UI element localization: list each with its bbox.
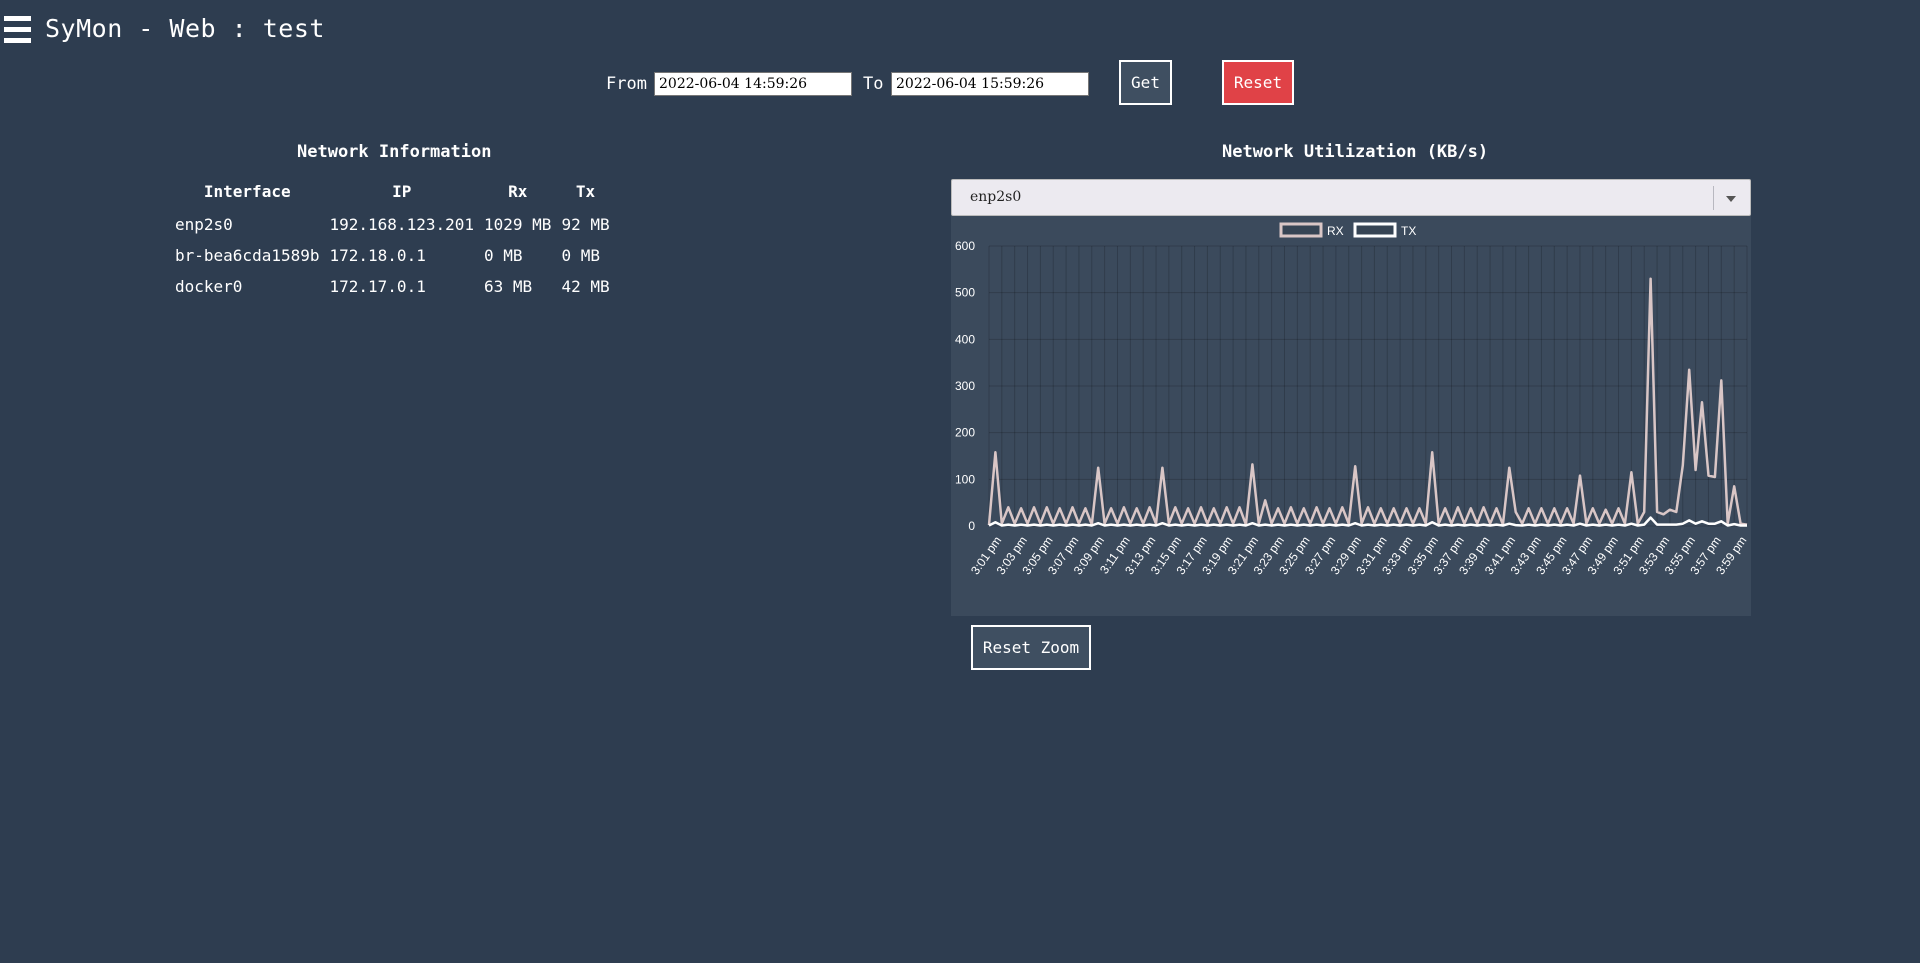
y-tick-label: 300 — [955, 379, 975, 393]
chevron-down-icon[interactable] — [1726, 196, 1736, 202]
column-header-interface: Interface — [203, 181, 291, 201]
y-tick-label: 400 — [955, 332, 975, 346]
series-line-tx — [988, 516, 1747, 527]
interface-select-value: enp2s0 — [970, 189, 1022, 205]
rx-cell: 0 MB — [484, 246, 523, 265]
interface-select[interactable]: enp2s0 — [951, 179, 1751, 216]
column-header-ip: IP — [392, 181, 412, 201]
from-label: From — [606, 74, 647, 94]
tx-cell: 0 MB — [561, 246, 600, 265]
legend-swatch-tx — [1353, 222, 1397, 238]
y-tick-label: 600 — [955, 239, 975, 253]
y-tick-label: 500 — [955, 286, 975, 300]
ip-cell: 172.18.0.1 — [329, 246, 426, 265]
network-utilization-title: Network Utilization (KB/s) — [1222, 142, 1489, 162]
time-range-filter: From To Get Reset — [0, 60, 1920, 106]
legend-label-tx: TX — [1401, 224, 1416, 238]
tx-cell: 92 MB — [561, 215, 610, 234]
rx-cell: 63 MB — [484, 277, 533, 296]
interface-cell: docker0 — [175, 277, 243, 296]
app-title: SyMon - Web : test — [45, 14, 325, 43]
get-button[interactable]: Get — [1119, 60, 1172, 105]
network-utilization-chart[interactable]: 0 100 200 300 400 500 600 3:01 pm 3:03 pm 3:05 pm… — [951, 216, 1751, 616]
reset-button[interactable]: Reset — [1222, 60, 1294, 105]
interface-cell: enp2s0 — [175, 215, 233, 234]
y-tick-label: 100 — [955, 472, 975, 486]
table-row: docker0 172.17.0.1 63 MB 42 MB — [170, 271, 615, 302]
reset-zoom-button[interactable]: Reset Zoom — [971, 625, 1091, 670]
ip-cell: 192.168.123.201 — [329, 215, 475, 234]
interface-cell: br-bea6cda1589b — [175, 246, 320, 265]
column-header-rx: Rx — [508, 181, 528, 201]
legend-label-rx: RX — [1327, 224, 1344, 238]
rx-cell: 1029 MB — [484, 215, 552, 234]
chart-svg[interactable]: 01002003004005006003:01 pm3:03 pm3:05 pm… — [951, 216, 1751, 616]
app-header: SyMon - Web : test — [0, 0, 1920, 64]
ip-cell: 172.17.0.1 — [329, 277, 426, 296]
to-label: To — [863, 74, 884, 94]
legend-swatch-rx — [1279, 222, 1323, 238]
column-header-tx: Tx — [575, 181, 596, 201]
y-tick-label: 200 — [955, 426, 975, 440]
network-information-table: Interface IP Rx Tx enp2s0 192.168.123.20… — [170, 177, 615, 302]
y-tick-label: 0 — [968, 519, 975, 533]
table-row: br-bea6cda1589b 172.18.0.1 0 MB 0 MB — [170, 240, 615, 271]
table-row: enp2s0 192.168.123.201 1029 MB 92 MB — [170, 209, 615, 240]
series-line-rx — [987, 277, 1748, 526]
hamburger-menu-icon[interactable] — [4, 16, 31, 46]
to-date-input[interactable] — [891, 72, 1089, 96]
from-date-input[interactable] — [654, 72, 852, 96]
select-divider — [1713, 186, 1714, 210]
network-information-title: Network Information — [297, 142, 492, 162]
tx-cell: 42 MB — [561, 277, 610, 296]
table-header-row: Interface IP Rx Tx — [170, 177, 615, 209]
